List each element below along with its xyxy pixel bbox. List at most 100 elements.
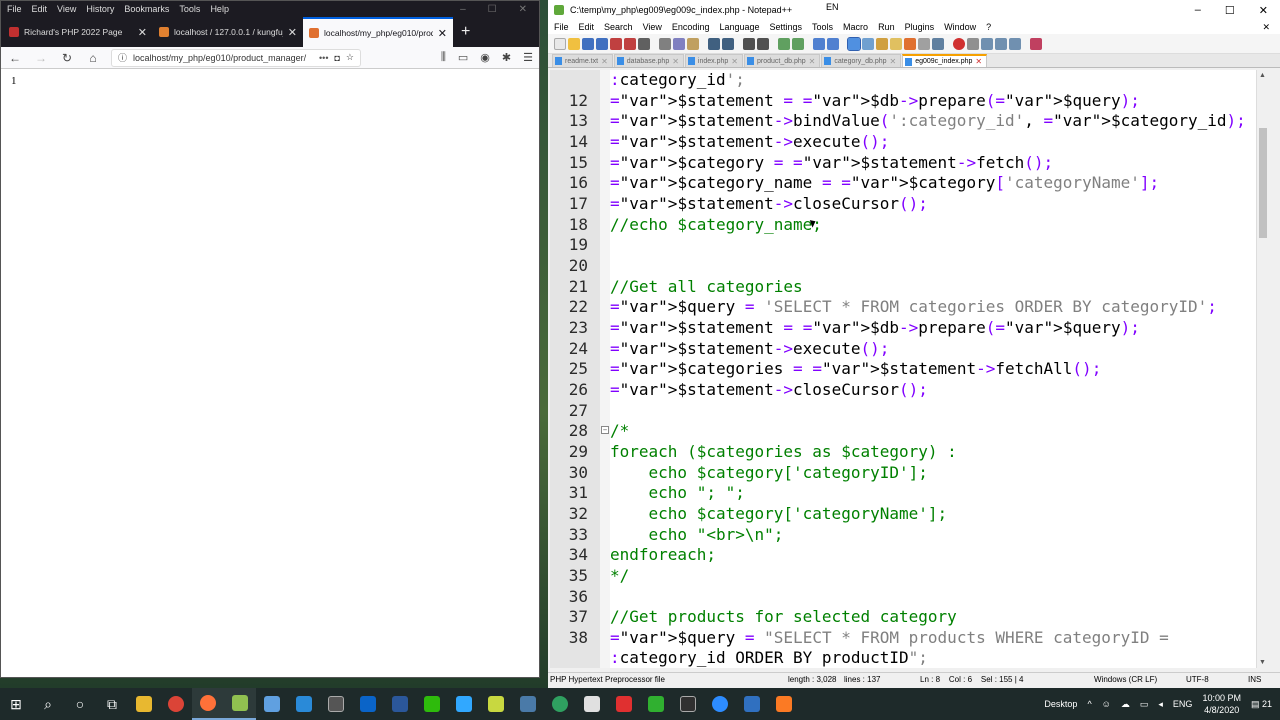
tab-close-icon[interactable]: ✕ [975, 57, 982, 66]
taskbar-terminal[interactable] [672, 688, 704, 720]
menu-file[interactable]: File [554, 22, 569, 32]
zoom-in-icon[interactable] [778, 37, 790, 50]
tab-close-icon[interactable]: ✕ [809, 57, 816, 66]
redo-icon[interactable] [722, 37, 734, 50]
folder-workspace-icon[interactable] [918, 37, 930, 50]
doc-map-icon[interactable] [890, 37, 902, 50]
tab-richards-php[interactable]: Richard's PHP 2022 Page ✕ [3, 17, 153, 47]
close-doc-icon[interactable]: ✕ [1262, 22, 1280, 33]
taskbar-notepad[interactable] [256, 688, 288, 720]
code-line[interactable]: 21 //Get all categories [550, 277, 1268, 297]
code-line[interactable]: 16 ="var">$category_name = ="var">$catego… [550, 173, 1268, 193]
menu-macro[interactable]: Macro [843, 22, 868, 32]
menu-search[interactable]: Search [604, 22, 633, 32]
npp-tab-database[interactable]: database.php ✕ [613, 54, 684, 67]
record-macro-icon[interactable] [953, 37, 965, 50]
npp-tab-readme[interactable]: readme.txt ✕ [552, 54, 613, 67]
reload-icon[interactable]: ↻ [59, 51, 75, 65]
code-line[interactable]: 35 */ [550, 566, 1268, 586]
stop-macro-icon[interactable] [967, 37, 979, 50]
tab-close-icon[interactable]: ✕ [138, 26, 147, 39]
code-line[interactable]: 18 //echo $category_name; [550, 215, 1268, 235]
code-line[interactable]: 27 [550, 401, 1268, 421]
close-icon[interactable]: ✕ [519, 4, 527, 15]
code-line[interactable]: 37 //Get products for selected category [550, 607, 1268, 627]
npp-tab-category-db[interactable]: category_db.php ✕ [821, 54, 902, 67]
input-language[interactable]: ENG [1173, 699, 1193, 709]
library-icon[interactable]: ⫼ [441, 51, 446, 64]
code-line[interactable]: :category_id'; [550, 70, 1268, 90]
word-wrap-icon[interactable] [847, 36, 861, 51]
spellcheck-icon[interactable] [1030, 37, 1042, 50]
code-line[interactable]: 12 ="var">$statement = ="var">$db->prepar… [550, 91, 1268, 111]
code-line[interactable]: :category_id ORDER BY productID"; [550, 648, 1268, 668]
vertical-scrollbar[interactable]: ▲ ▼ [1256, 70, 1268, 668]
taskbar-chrome[interactable] [160, 688, 192, 720]
taskbar-fireworks[interactable] [480, 688, 512, 720]
show-all-chars-icon[interactable] [862, 37, 874, 50]
taskbar-bluetooth[interactable] [736, 688, 768, 720]
menu-tools[interactable]: Tools [179, 4, 200, 14]
network-tray-icon[interactable]: ▭ [1140, 699, 1149, 710]
code-line[interactable]: 26 ="var">$statement->closeCursor(); [550, 380, 1268, 400]
npp-tab-index[interactable]: index.php ✕ [684, 54, 743, 67]
npp-tab-product-db[interactable]: product_db.php ✕ [743, 54, 821, 67]
taskbar-calculator[interactable] [320, 688, 352, 720]
menu-window[interactable]: Window [944, 22, 976, 32]
taskbar-recorder[interactable] [608, 688, 640, 720]
code-line[interactable]: 22 ="var">$query = 'SELECT * FROM categor… [550, 297, 1268, 317]
tab-close-icon[interactable]: ✕ [288, 26, 297, 39]
code-line[interactable]: 19 [550, 235, 1268, 255]
menu-language[interactable]: Language [719, 22, 759, 32]
tab-close-icon[interactable]: ✕ [731, 57, 738, 66]
code-line[interactable]: 25 ="var">$categories = ="var">$statement… [550, 359, 1268, 379]
people-icon[interactable]: ☺ [1102, 699, 1111, 709]
taskbar-word[interactable] [384, 688, 416, 720]
maximize-icon[interactable]: ☐ [1225, 4, 1235, 17]
taskbar-firefox[interactable] [192, 688, 224, 720]
code-line[interactable]: 17 ="var">$statement->closeCursor(); [550, 194, 1268, 214]
code-line[interactable]: 28 −/* [550, 421, 1268, 441]
search-button[interactable]: ⌕ [32, 688, 64, 720]
tab-phpmyadmin[interactable]: localhost / 127.0.0.1 / kungfu_ ✕ [153, 17, 303, 47]
code-line[interactable]: 15 ="var">$category = ="var">$statement->… [550, 153, 1268, 173]
undo-icon[interactable] [708, 37, 720, 50]
code-line[interactable]: 31 echo "; "; [550, 483, 1268, 503]
bookmark-star-icon[interactable]: ☆ [346, 52, 354, 63]
tab-close-icon[interactable]: ✕ [601, 57, 608, 66]
start-button[interactable]: ⊞ [0, 688, 32, 720]
new-tab-icon[interactable]: + [453, 23, 478, 47]
menu-plugins[interactable]: Plugins [905, 22, 935, 32]
taskbar-notepadpp[interactable] [224, 688, 256, 720]
close-icon[interactable]: ✕ [1259, 4, 1268, 17]
save-macro-icon[interactable] [1009, 37, 1021, 50]
forward-icon[interactable]: → [33, 51, 49, 65]
info-icon[interactable]: ⓘ [118, 51, 127, 64]
code-line[interactable]: 23 ="var">$statement = ="var">$db->prepar… [550, 318, 1268, 338]
menu-history[interactable]: History [86, 4, 114, 14]
save-icon[interactable] [582, 37, 594, 50]
open-file-icon[interactable] [568, 37, 580, 50]
maximize-icon[interactable]: ☐ [488, 4, 497, 15]
menu-bookmarks[interactable]: Bookmarks [124, 4, 169, 14]
clock[interactable]: 10:00 PM 4/8/2020 [1202, 692, 1241, 716]
close-all-icon[interactable] [624, 37, 636, 50]
taskbar-vscode[interactable] [288, 688, 320, 720]
code-line[interactable]: 32 echo $category['categoryName']; [550, 504, 1268, 524]
copy-icon[interactable] [673, 37, 685, 50]
code-line[interactable]: 14 ="var">$statement->execute(); [550, 132, 1268, 152]
zoom-out-icon[interactable] [792, 37, 804, 50]
code-line[interactable]: 20 [550, 256, 1268, 276]
cut-icon[interactable] [659, 37, 671, 50]
menu-tools[interactable]: Tools [812, 22, 833, 32]
scroll-thumb[interactable] [1259, 128, 1267, 238]
code-line[interactable]: 13 ="var">$statement->bindValue(':categor… [550, 111, 1268, 131]
menu-settings[interactable]: Settings [770, 22, 803, 32]
taskbar-zoom[interactable] [704, 688, 736, 720]
npp-tab-eg009c-index[interactable]: eg009c_index.php ✕ [902, 54, 988, 67]
task-view-button[interactable]: ⧉ [96, 688, 128, 720]
menu-view[interactable]: View [643, 22, 662, 32]
extension-icon[interactable]: ✱ [502, 51, 511, 64]
code-line[interactable]: 33 echo "<br>\n"; [550, 525, 1268, 545]
find-icon[interactable] [743, 37, 755, 50]
